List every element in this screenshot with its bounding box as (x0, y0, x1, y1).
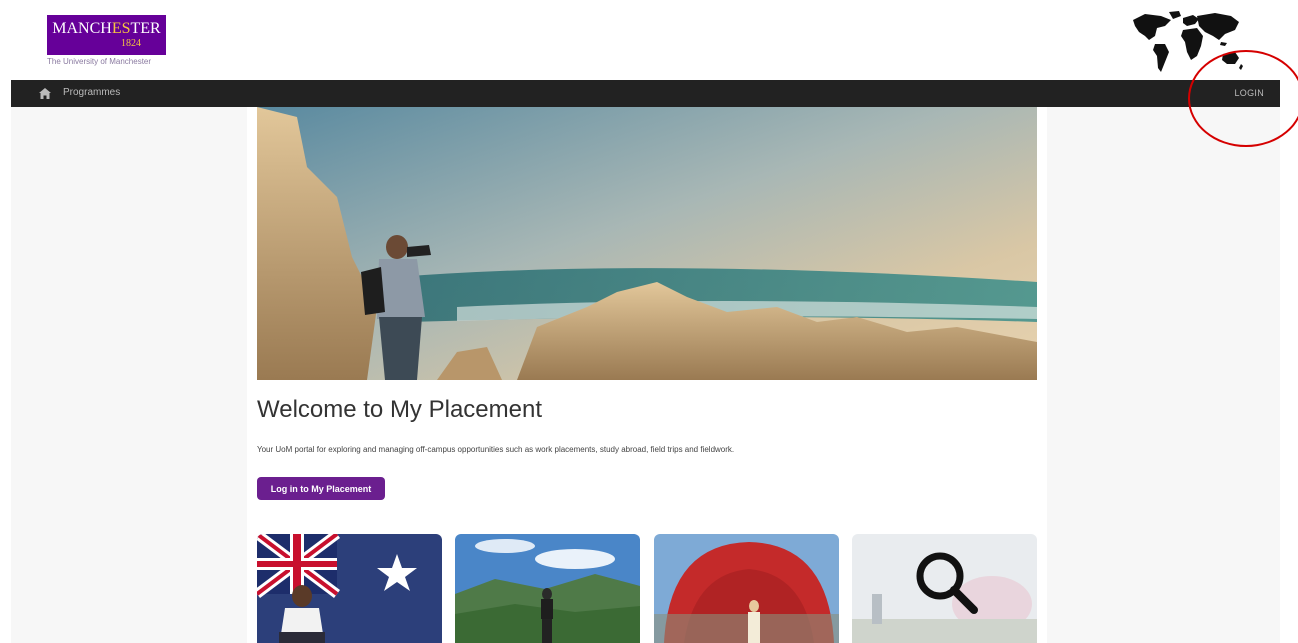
search-card[interactable] (852, 534, 1037, 643)
annotation-circle (1188, 50, 1298, 147)
page-title: Welcome to My Placement (257, 396, 542, 423)
site-header: MANCHESTER 1824 The University of Manche… (0, 0, 1280, 80)
top-navbar: Programmes LOGIN (11, 80, 1280, 107)
red-dome-card[interactable] (654, 534, 839, 643)
logo-year: 1824 (121, 38, 141, 49)
logo-wordmark: MANCHESTER (52, 20, 161, 37)
nav-programmes-link[interactable]: Programmes (63, 87, 120, 98)
hero-image (257, 107, 1037, 380)
university-logo[interactable]: MANCHESTER 1824 (47, 15, 166, 55)
logo-subtitle: The University of Manchester (47, 57, 152, 66)
mountain-hike-card[interactable] (455, 534, 640, 643)
right-gutter (1047, 107, 1280, 643)
home-icon[interactable] (39, 88, 51, 99)
intro-text: Your UoM portal for exploring and managi… (257, 445, 735, 454)
login-placement-button[interactable]: Log in to My Placement (257, 477, 385, 500)
australia-flag-card[interactable] (257, 534, 442, 643)
left-gutter (11, 107, 257, 643)
